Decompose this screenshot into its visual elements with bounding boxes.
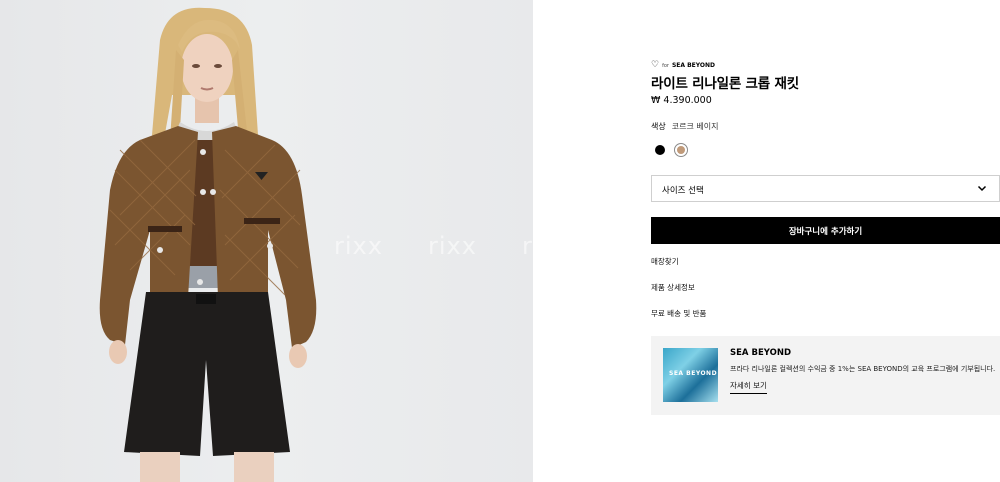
- heart-icon: ♡: [651, 60, 660, 70]
- promo-description: 프라다 리나일론 컬렉션의 수익금 중 1%는 SEA BEYOND의 교육 프…: [730, 365, 996, 373]
- promo-learn-more-link[interactable]: 자세히 보기: [730, 380, 767, 394]
- product-details-link[interactable]: 제품 상세정보: [651, 282, 695, 293]
- size-select[interactable]: 사이즈 선택: [651, 175, 1000, 202]
- size-select-label: 사이즈 선택: [662, 186, 704, 196]
- swatch-cork-beige[interactable]: [677, 146, 685, 154]
- collection-for-label: for: [662, 62, 669, 69]
- product-image[interactable]: rixx rixx r: [0, 0, 533, 482]
- sea-beyond-promo: SEA BEYOND SEA BEYOND 프라다 리나일론 컬렉션의 수익금 …: [651, 336, 1000, 415]
- watermark-text: rixx: [428, 232, 477, 260]
- watermark-text: r: [522, 232, 533, 260]
- promo-title: SEA BEYOND: [730, 348, 791, 358]
- color-label: 색상: [651, 122, 666, 131]
- swatch-black[interactable]: [655, 145, 665, 155]
- shipping-returns-link[interactable]: 무료 배송 및 반품: [651, 308, 706, 319]
- color-row: 색상 코르크 베이지: [651, 121, 718, 132]
- promo-thumbnail: SEA BEYOND: [663, 348, 718, 402]
- product-title: 라이트 리나일론 크롭 재킷: [651, 76, 799, 92]
- product-price: ₩ 4.390.000: [651, 95, 712, 106]
- collection-tag: ♡ for SEA BEYOND: [651, 61, 715, 70]
- promo-thumbnail-text: SEA BEYOND: [669, 370, 718, 377]
- color-value: 코르크 베이지: [671, 122, 719, 131]
- add-to-cart-button[interactable]: 장바구니에 추가하기: [651, 217, 1000, 244]
- store-finder-link[interactable]: 매장찾기: [651, 256, 679, 267]
- collection-name: SEA BEYOND: [671, 62, 716, 69]
- watermark-text: rixx: [334, 232, 383, 260]
- chevron-down-icon: [977, 185, 987, 192]
